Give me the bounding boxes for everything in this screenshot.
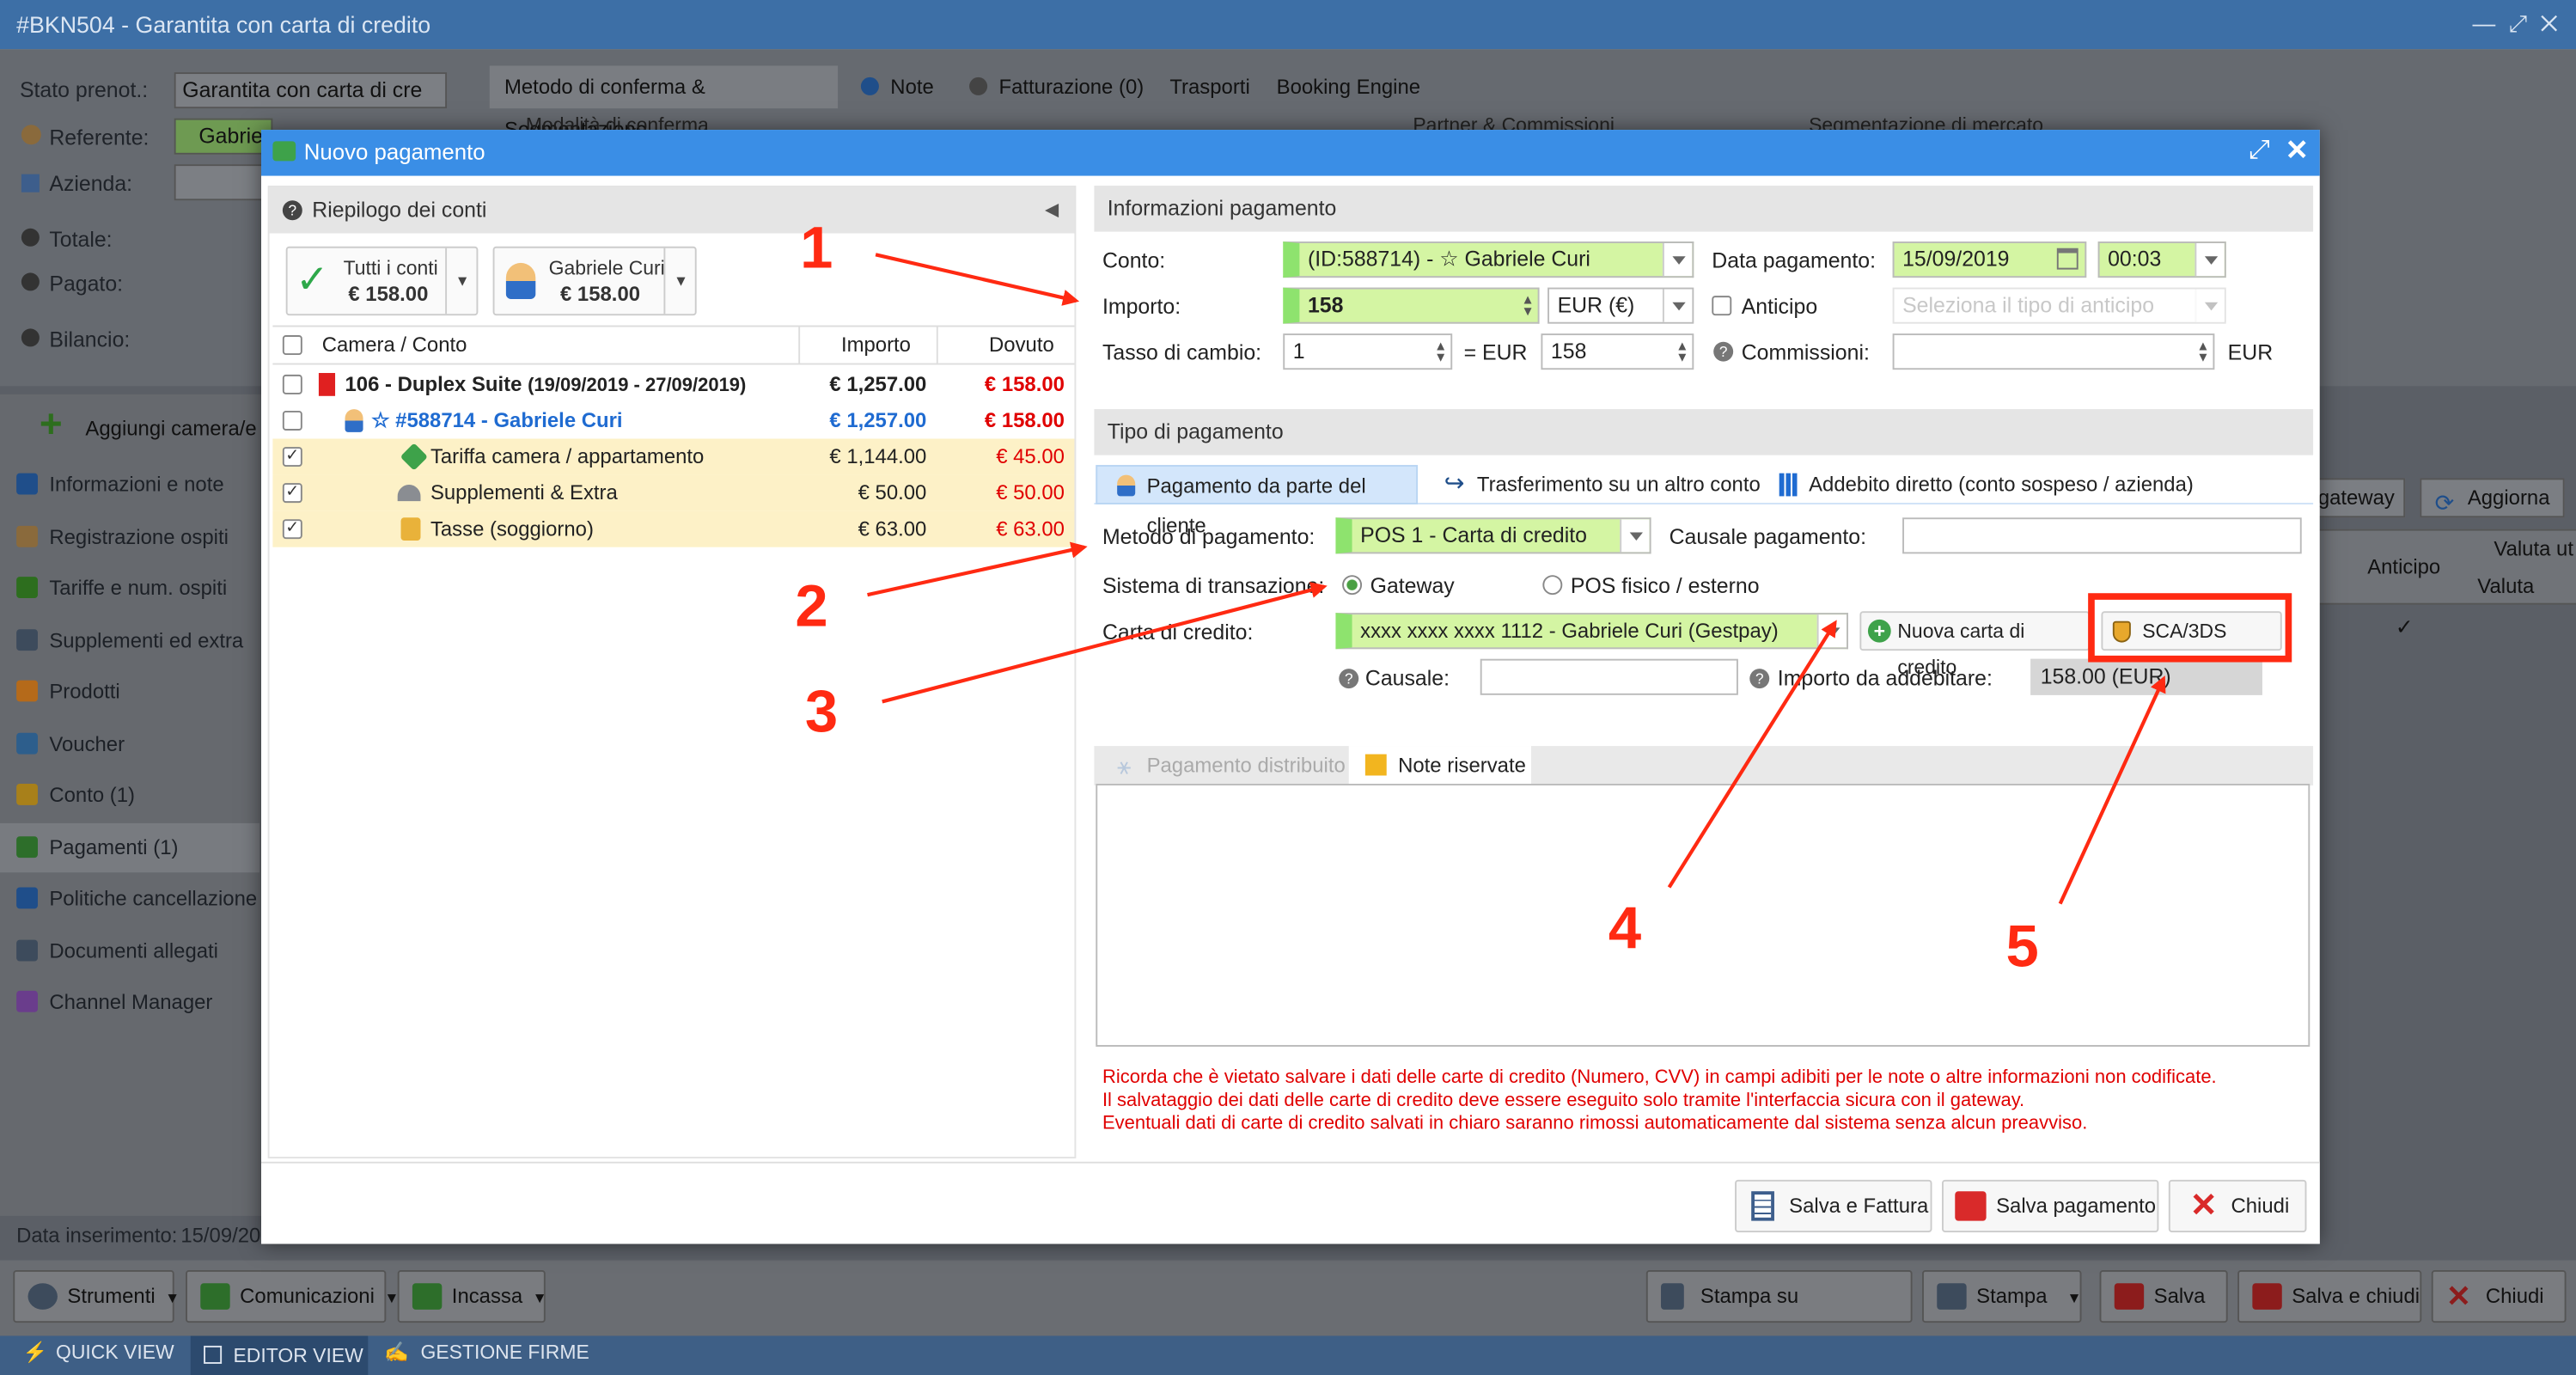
annotation-4: 4 bbox=[1608, 894, 1642, 962]
arrow-5 bbox=[2058, 675, 2166, 905]
annotation-2: 2 bbox=[795, 571, 828, 639]
annotation-arrows bbox=[867, 253, 2166, 905]
arrow-4 bbox=[1667, 620, 1837, 889]
annotation-1: 1 bbox=[800, 213, 833, 281]
arrow-1 bbox=[875, 253, 1080, 306]
arrow-2 bbox=[867, 541, 1088, 597]
annotation-5: 5 bbox=[2005, 912, 2039, 980]
arrow-3 bbox=[882, 582, 1328, 704]
annotation-3: 3 bbox=[804, 676, 839, 745]
